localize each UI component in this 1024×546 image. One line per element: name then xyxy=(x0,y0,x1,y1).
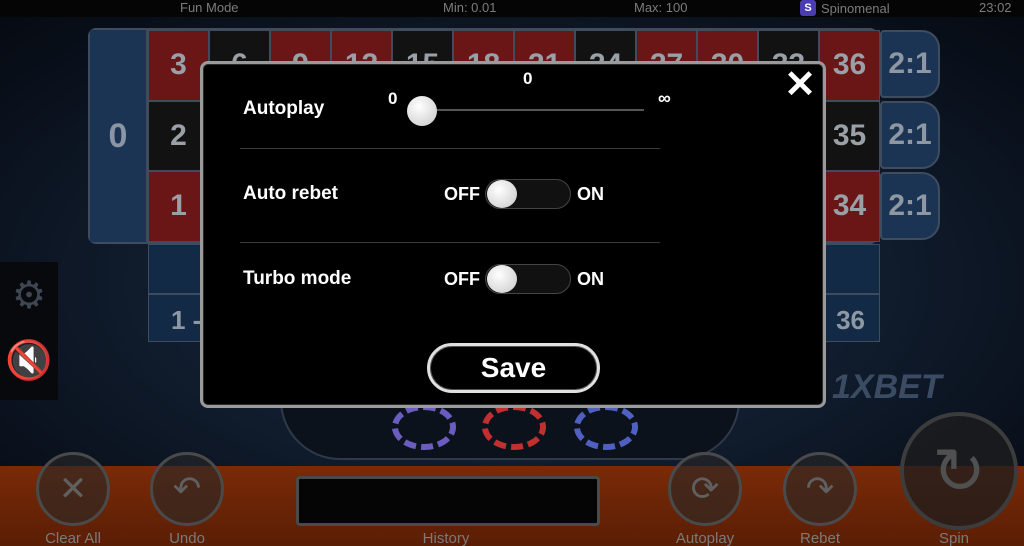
auto-rebet-toggle[interactable] xyxy=(485,179,571,209)
slider-value-label: 0 xyxy=(523,69,533,88)
chip[interactable] xyxy=(574,404,638,450)
divider xyxy=(240,148,660,149)
number-cell[interactable]: 34 xyxy=(819,171,880,242)
autoplay-slider-handle[interactable] xyxy=(407,96,437,126)
spin-label: Spin xyxy=(938,530,970,546)
number-cell[interactable]: 36 xyxy=(819,30,880,101)
auto-rebet-off-label: OFF xyxy=(444,184,480,204)
spin-button[interactable]: ↻ xyxy=(900,412,1018,530)
toggle-knob xyxy=(487,265,517,293)
history-label: History xyxy=(422,530,470,546)
refresh-icon: ⟳ xyxy=(690,470,720,508)
clear-all-label: Clear All xyxy=(45,530,101,546)
sponsor-logo: 1XBET xyxy=(832,368,942,406)
spin-icon: ↻ xyxy=(932,434,986,507)
undo-icon: ↶ xyxy=(172,470,202,508)
side-controls: ⚙ 🔇 xyxy=(0,262,58,400)
zero-cell[interactable]: 0 xyxy=(90,30,148,242)
column-bet-top[interactable]: 2:1 xyxy=(880,30,940,98)
status-bar: Fun Mode Min: 0.01 Max: 100 S Spinomenal… xyxy=(0,0,1024,17)
brand-logo-icon: S xyxy=(800,0,816,16)
clock: 23:02 xyxy=(979,0,1012,15)
slider-max-label: ∞ xyxy=(658,88,671,108)
chip[interactable] xyxy=(392,404,456,450)
turbo-mode-on-label: ON xyxy=(577,269,604,289)
low-bet[interactable]: 1 - xyxy=(171,305,201,336)
high-bet[interactable]: 36 xyxy=(836,305,865,336)
auto-rebet-on-label: ON xyxy=(577,184,604,204)
slider-min-label: 0 xyxy=(388,89,398,108)
autoplay-bottom-label: Autoplay xyxy=(675,530,735,546)
toggle-knob xyxy=(487,180,517,208)
turbo-mode-toggle[interactable] xyxy=(485,264,571,294)
brand-name: Spinomenal xyxy=(821,0,890,16)
chip[interactable] xyxy=(482,404,546,450)
column-bet-middle[interactable]: 2:1 xyxy=(880,101,940,169)
auto-rebet-label: Auto rebet xyxy=(243,183,338,204)
rebet-button[interactable]: ↷ xyxy=(783,452,857,526)
column-bet-bottom[interactable]: 2:1 xyxy=(880,172,940,240)
turbo-mode-label: Turbo mode xyxy=(243,268,352,289)
redo-icon: ↷ xyxy=(805,470,835,508)
autoplay-label: Autoplay xyxy=(243,98,325,119)
save-button[interactable]: Save xyxy=(427,343,600,393)
autoplay-slider-track[interactable] xyxy=(410,109,644,111)
divider xyxy=(240,242,660,243)
undo-label: Undo xyxy=(169,530,205,546)
close-icon[interactable]: ✕ xyxy=(783,66,817,104)
turbo-mode-off-label: OFF xyxy=(444,269,480,289)
clear-all-button[interactable]: ✕ xyxy=(36,452,110,526)
history-panel[interactable] xyxy=(296,476,600,526)
min-bet: Min: 0.01 xyxy=(443,0,497,15)
gear-icon[interactable]: ⚙ xyxy=(0,262,58,328)
brand: S Spinomenal xyxy=(800,0,890,16)
undo-button[interactable]: ↶ xyxy=(150,452,224,526)
rebet-label: Rebet xyxy=(799,530,841,546)
close-icon: ✕ xyxy=(58,470,88,508)
mute-icon[interactable]: 🔇 xyxy=(0,328,58,394)
autoplay-button[interactable]: ⟳ xyxy=(668,452,742,526)
mode-label: Fun Mode xyxy=(180,0,239,15)
number-cell[interactable]: 35 xyxy=(819,100,880,172)
max-bet: Max: 100 xyxy=(634,0,688,15)
